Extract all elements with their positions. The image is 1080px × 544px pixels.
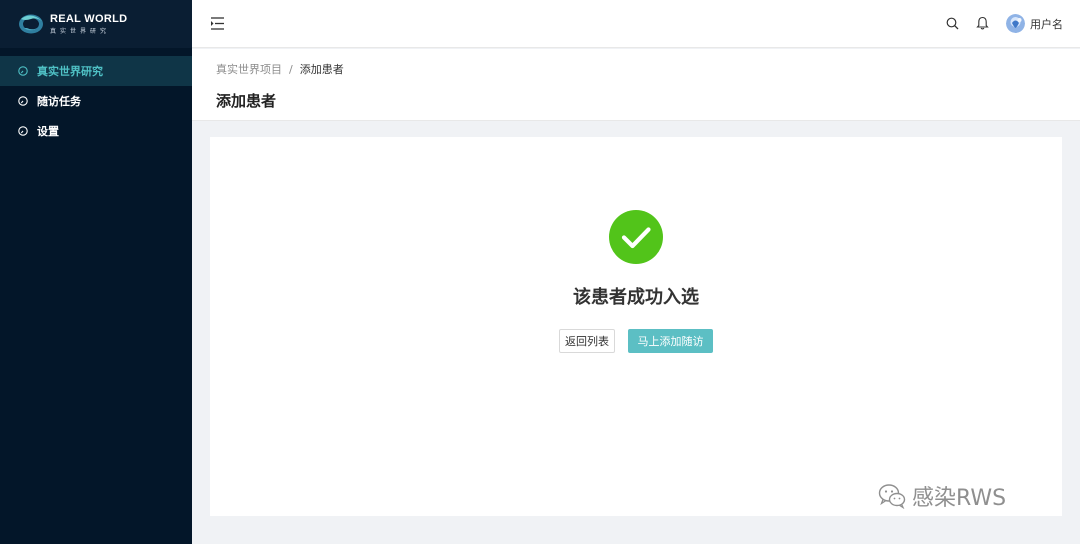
dashboard-icon <box>18 96 28 106</box>
search-icon[interactable] <box>946 17 959 30</box>
logo[interactable]: REAL WORLD 真实世界研究 <box>0 0 192 48</box>
page-title: 添加患者 <box>216 92 277 110</box>
sidebar-item-label: 随访任务 <box>37 95 81 108</box>
breadcrumb: 真实世界项目 / 添加患者 <box>216 61 344 77</box>
sidebar-item-label: 真实世界研究 <box>37 65 103 78</box>
sidebar-item-real-world-research[interactable]: 真实世界研究 <box>0 56 192 86</box>
breadcrumb-item-project[interactable]: 真实世界项目 <box>216 61 282 77</box>
back-to-list-button[interactable]: 返回列表 <box>559 329 615 353</box>
menu-fold-icon[interactable] <box>210 16 225 31</box>
result-title: 该患者成功入选 <box>573 287 699 308</box>
watermark-text: 感染RWS <box>912 486 1007 511</box>
username[interactable]: 用户名 <box>1030 16 1063 32</box>
brand-title: REAL WORLD <box>50 13 128 25</box>
avatar[interactable] <box>1006 14 1025 33</box>
result-card: 该患者成功入选 返回列表 马上添加随访 <box>210 137 1062 516</box>
sidebar-item-settings[interactable]: 设置 <box>0 116 192 146</box>
bell-icon[interactable] <box>976 16 989 30</box>
brand-subtitle: 真实世界研究 <box>50 28 111 35</box>
add-follow-up-button[interactable]: 马上添加随访 <box>628 329 713 353</box>
success-check-icon <box>609 210 663 264</box>
sidebar: REAL WORLD 真实世界研究 真实世界研究 随访任务 设置 <box>0 0 192 544</box>
avatar-image <box>1006 14 1025 33</box>
sidebar-menu: 真实世界研究 随访任务 设置 <box>0 56 192 146</box>
sidebar-item-follow-up-tasks[interactable]: 随访任务 <box>0 86 192 116</box>
watermark: 感染RWS <box>878 480 1006 512</box>
wechat-icon <box>878 484 906 509</box>
breadcrumb-item-current: 添加患者 <box>299 63 344 76</box>
top-header: 用户名 <box>192 0 1080 48</box>
breadcrumb-separator: / <box>289 62 293 76</box>
dashboard-icon <box>18 66 28 76</box>
sidebar-item-label: 设置 <box>37 125 59 138</box>
page-header: 真实世界项目 / 添加患者 添加患者 <box>192 49 1080 121</box>
dashboard-icon <box>18 126 28 136</box>
logo-icon <box>19 14 43 34</box>
